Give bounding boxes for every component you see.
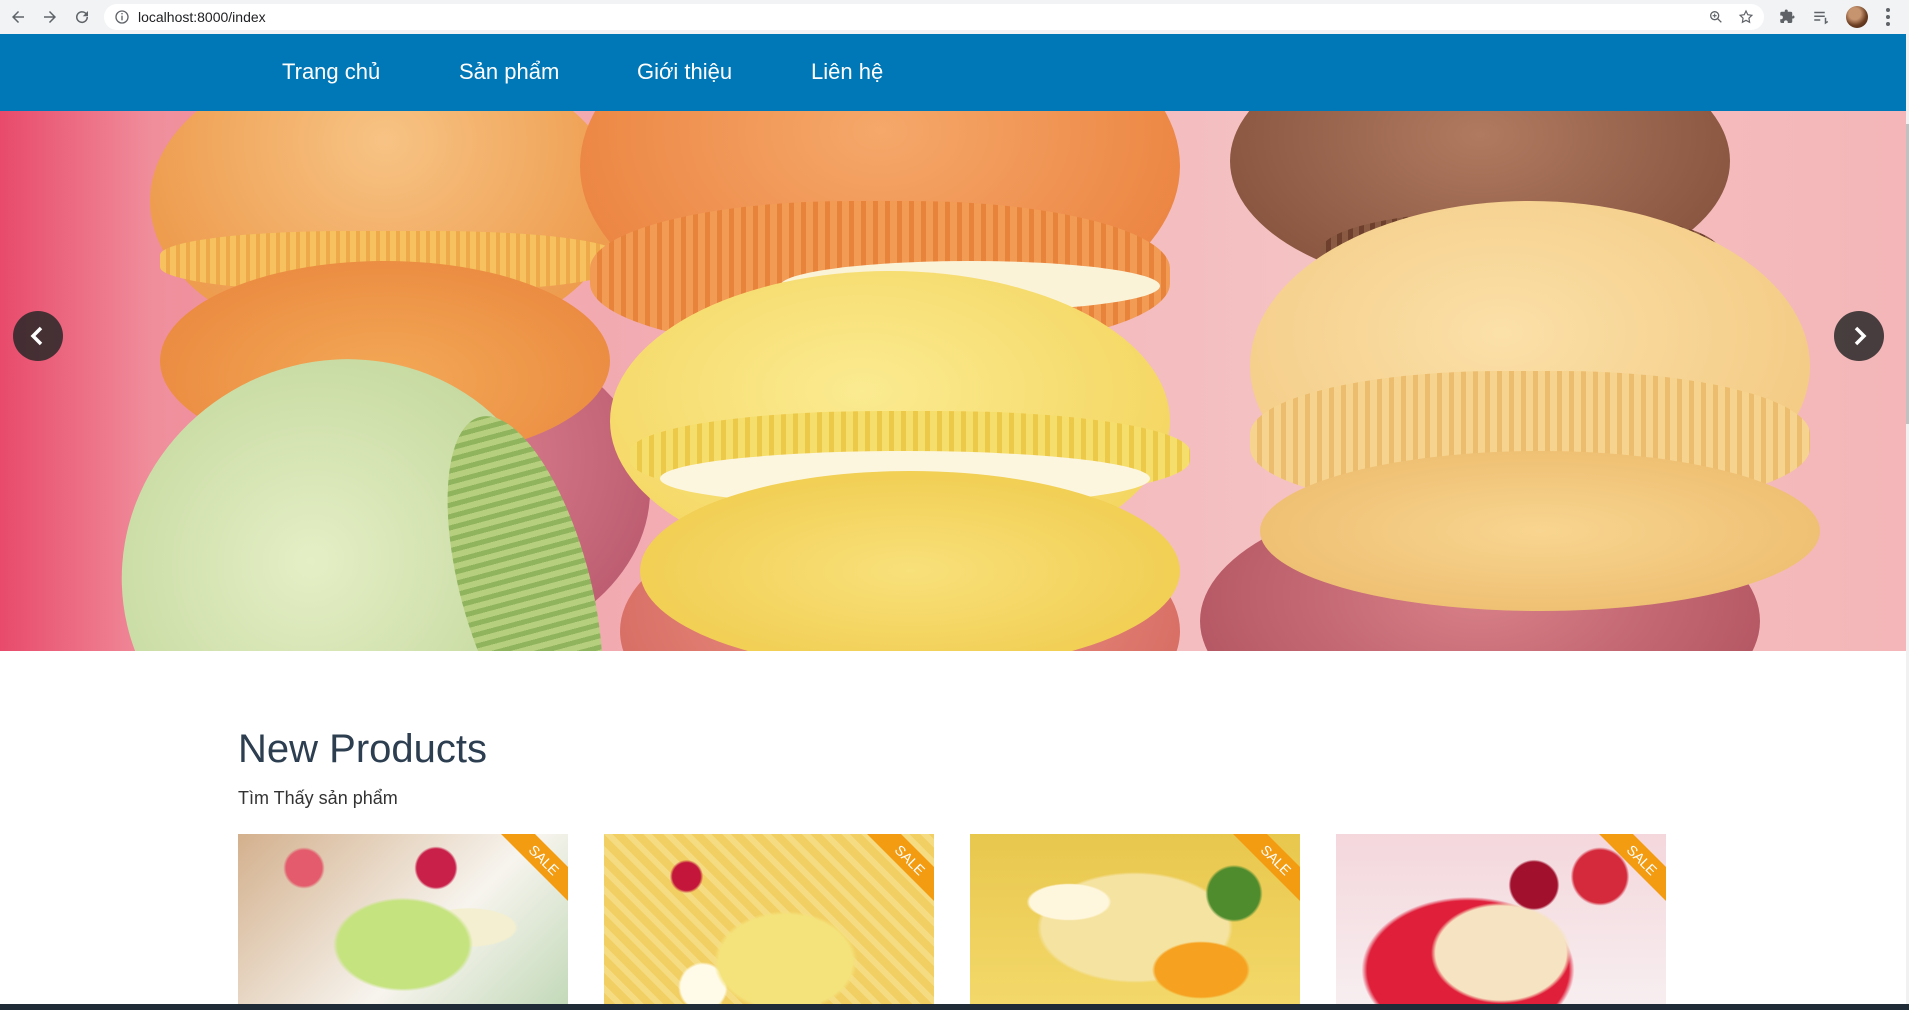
slide-image [0,111,1906,651]
chevron-right-icon [1854,326,1867,346]
back-icon [12,11,24,23]
sale-badge: SALE [866,834,934,906]
menu-icon[interactable] [1884,8,1892,26]
reload-icon [76,11,89,24]
address-bar[interactable]: localhost:8000/index [104,4,1764,30]
star-icon[interactable] [1738,9,1754,25]
section-title: New Products [238,727,487,771]
avatar[interactable] [1846,6,1868,28]
main-navbar: Trang chủ Sản phẩm Giới thiệu Liên hệ [0,34,1906,111]
slider-prev-button[interactable] [13,311,63,361]
product-card[interactable]: SALE [1336,834,1666,1004]
nav-item-products[interactable]: Sản phẩm [459,59,559,85]
product-card[interactable]: SALE [970,834,1300,1004]
product-card[interactable]: SALE [604,834,934,1004]
extensions-icon[interactable] [1778,8,1796,26]
reload-button[interactable] [68,3,96,31]
reading-list-icon[interactable] [1812,8,1830,26]
nav-item-home[interactable]: Trang chủ [282,59,380,85]
nav-item-contact[interactable]: Liên hệ [811,59,883,85]
sale-badge: SALE [1598,834,1666,906]
zoom-icon[interactable] [1708,9,1724,25]
section-subtitle: Tìm Thấy sản phẩm [238,788,398,808]
hero-slider [0,111,1906,651]
chevron-left-icon [30,326,43,346]
url-text[interactable]: localhost:8000/index [138,9,266,25]
forward-icon [44,11,56,23]
os-taskbar [0,1004,1909,1010]
info-icon[interactable] [114,9,130,25]
forward-button[interactable] [36,3,64,31]
nav-item-about[interactable]: Giới thiệu [637,59,732,85]
sale-badge: SALE [1232,834,1300,906]
sale-badge: SALE [500,834,568,906]
slider-next-button[interactable] [1834,311,1884,361]
back-button[interactable] [4,3,32,31]
browser-toolbar: localhost:8000/index [0,0,1909,34]
product-card[interactable]: SALE [238,834,568,1004]
